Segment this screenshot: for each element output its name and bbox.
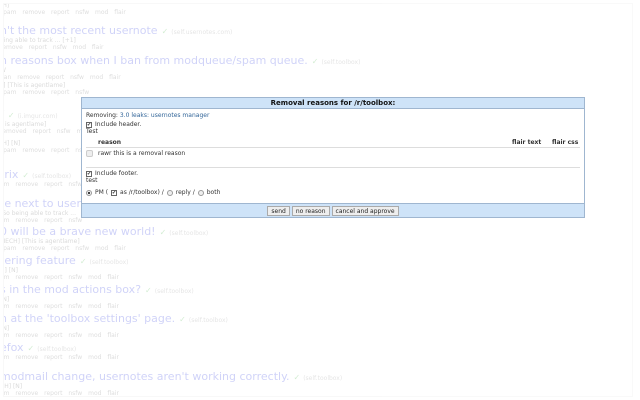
listing-buttons[interactable]: am remove report nsfw mod flair xyxy=(4,354,119,361)
send-button[interactable]: send xyxy=(267,205,290,216)
reason-checkbox[interactable] xyxy=(86,150,93,157)
listing-tagline: [N] xyxy=(3,325,10,332)
listing-title[interactable]: efox✓(self.toolbox) xyxy=(4,341,119,354)
listing-title[interactable]: s in the mod actions box? ✓ (self.toolbox) xyxy=(4,283,194,296)
removal-reasons-dialog: Removal reasons for /r/toolbox: Removing… xyxy=(81,97,585,218)
reason-text: rawr this is a removal reason xyxy=(98,150,186,157)
approved-check-icon: ✓ xyxy=(27,344,35,353)
header-text: Test xyxy=(86,128,98,135)
col-flair-css: flair css xyxy=(552,138,580,148)
approved-check-icon: ✓ xyxy=(179,315,186,324)
listing-buttons[interactable]: am remove report nsfw mod flair xyxy=(4,390,342,396)
listing-title[interactable]: tering feature ✓ (self.toolbox) xyxy=(4,254,129,267)
approved-check-icon: ✓ xyxy=(145,286,152,295)
listing-item: modmail change, usernotes aren't working… xyxy=(4,370,342,396)
reply-label: reply / xyxy=(175,189,195,196)
listing-item: trix✓(self.toolbox)am remove report nsfw xyxy=(4,168,82,188)
listing-buttons[interactable]: spam remove report nsfw mod flair xyxy=(4,9,126,16)
approved-check-icon: ✓ xyxy=(311,57,319,66)
include-header-label: Include header. xyxy=(95,121,142,128)
reasons-table: reason flair text flair css rawr this is a… xyxy=(86,138,580,168)
listing-buttons[interactable]: ban remove report nsfw mod flair xyxy=(4,74,360,81)
listing-item: f✓(i.imgur.com)s is agentlame]removed re… xyxy=(3,108,90,135)
removing-post-link[interactable]: 3.0 leaks: usernotes manager xyxy=(120,112,210,119)
listing-tagline: W xyxy=(4,67,360,74)
listing-item: ?] [This is agentlame] spam remove report… xyxy=(3,82,89,96)
listing-buttons[interactable]: spam remove report nsfw mod flair xyxy=(4,245,208,252)
no-reason-button[interactable]: no reason xyxy=(291,205,330,216)
listing-title[interactable]: n't the most recent usernote ✓ (self.usern… xyxy=(4,24,232,37)
cancel-and-approve-button[interactable]: cancel and approve xyxy=(331,205,399,216)
listing-buttons[interactable]: am remove report nsfw xyxy=(4,217,106,224)
listing-tagline: CH] [N] xyxy=(4,383,23,390)
reply-radio[interactable] xyxy=(166,189,173,196)
approved-check-icon: ✓ xyxy=(161,27,169,36)
listing-item: n't the most recent usernote ✓ (self.usern… xyxy=(3,24,232,51)
listing-tagline: [N] xyxy=(3,296,10,303)
listing-buttons[interactable]: am remove report nsfw xyxy=(4,181,82,188)
listing-title[interactable]: trix✓(self.toolbox) xyxy=(4,168,82,181)
removing-label: Removing: xyxy=(86,112,118,119)
listing-tagline: ?] [This is agentlame] xyxy=(3,82,66,89)
pm-radio[interactable] xyxy=(86,189,92,196)
listing-buttons[interactable]: spam remove report nsfw xyxy=(4,89,89,96)
approved-check-icon: ✓ xyxy=(22,171,30,180)
listing-tagline: H] [N] xyxy=(4,267,18,274)
listing-item: n reasons box when I ban from modqueue/s… xyxy=(4,54,360,81)
include-footer-label: Include footer. xyxy=(95,170,139,177)
listing-item: 0 will be a brave new world! ✓ (self.toolb… xyxy=(3,225,208,252)
listing-buttons[interactable]: remove report nsfw mod flair xyxy=(4,44,232,51)
as-subreddit-label: as /r/toolbox) / xyxy=(120,189,164,196)
col-flair-text: flair text xyxy=(512,138,552,148)
listing-tagline: MECH] [This is agentlame] xyxy=(3,238,80,245)
footer-text: test xyxy=(86,177,98,184)
listing-title[interactable]: f✓(i.imgur.com) xyxy=(4,108,90,121)
pm-label: PM ( xyxy=(95,189,109,196)
listing-buttons[interactable]: am remove report nsfw mod flair xyxy=(4,274,129,281)
listing-buttons[interactable]: spam remove report nsfw xyxy=(4,147,89,154)
dialog-title: Removal reasons for /r/toolbox: xyxy=(82,98,584,109)
dialog-footer: send no reason cancel and approve xyxy=(82,203,584,217)
both-radio[interactable] xyxy=(197,189,204,196)
listing-item: [H] [N]spam remove report nsfw xyxy=(3,140,89,154)
as-subreddit-checkbox[interactable]: ✔ xyxy=(111,189,118,196)
include-header-checkbox[interactable]: ✔ xyxy=(86,121,92,128)
listing-buttons[interactable]: am remove report nsfw mod flair xyxy=(4,303,194,310)
reason-flair-css xyxy=(552,148,580,168)
approved-check-icon: ✓ xyxy=(79,257,87,266)
listing-item: n at the 'toolbox settings' page. ✓ (self.… xyxy=(3,312,228,339)
approved-check-icon: ✓ xyxy=(293,373,301,382)
listing-item: [H]spam remove report nsfw mod flair xyxy=(4,4,126,16)
listing-title[interactable]: n reasons box when I ban from modqueue/s… xyxy=(4,54,360,67)
reason-row[interactable]: rawr this is a removal reason xyxy=(86,148,580,168)
include-footer-checkbox[interactable]: ✔ xyxy=(86,170,92,177)
approved-check-icon: ✓ xyxy=(7,111,15,120)
listing-title[interactable]: 0 will be a brave new world! ✓ (self.toolb… xyxy=(4,225,208,238)
both-label: both xyxy=(206,189,221,196)
col-reason: reason xyxy=(98,138,512,148)
listing-title[interactable]: modmail change, usernotes aren't working… xyxy=(4,370,342,383)
listing-item: tering feature✓(self.toolbox)H] [N]am re… xyxy=(4,254,129,281)
listing-item: s in the mod actions box? ✓ (self.toolbox)… xyxy=(3,283,194,310)
approved-check-icon: ✓ xyxy=(159,228,167,237)
listing-tagline: [H] [N] xyxy=(3,140,21,147)
listing-tagline: s is agentlame] xyxy=(3,121,47,128)
listing-buttons[interactable]: am remove report nsfw mod flair xyxy=(4,332,228,339)
listing-tagline: eing able to track ... [+1] xyxy=(3,37,76,44)
listing-item: efox✓(self.toolbox)am remove report nsfw… xyxy=(4,341,119,361)
listing-title[interactable]: n at the 'toolbox settings' page. ✓ (self.… xyxy=(4,312,228,325)
listing-buttons[interactable]: removed report nsfw mod xyxy=(4,128,90,135)
reason-flair-text xyxy=(512,148,552,168)
